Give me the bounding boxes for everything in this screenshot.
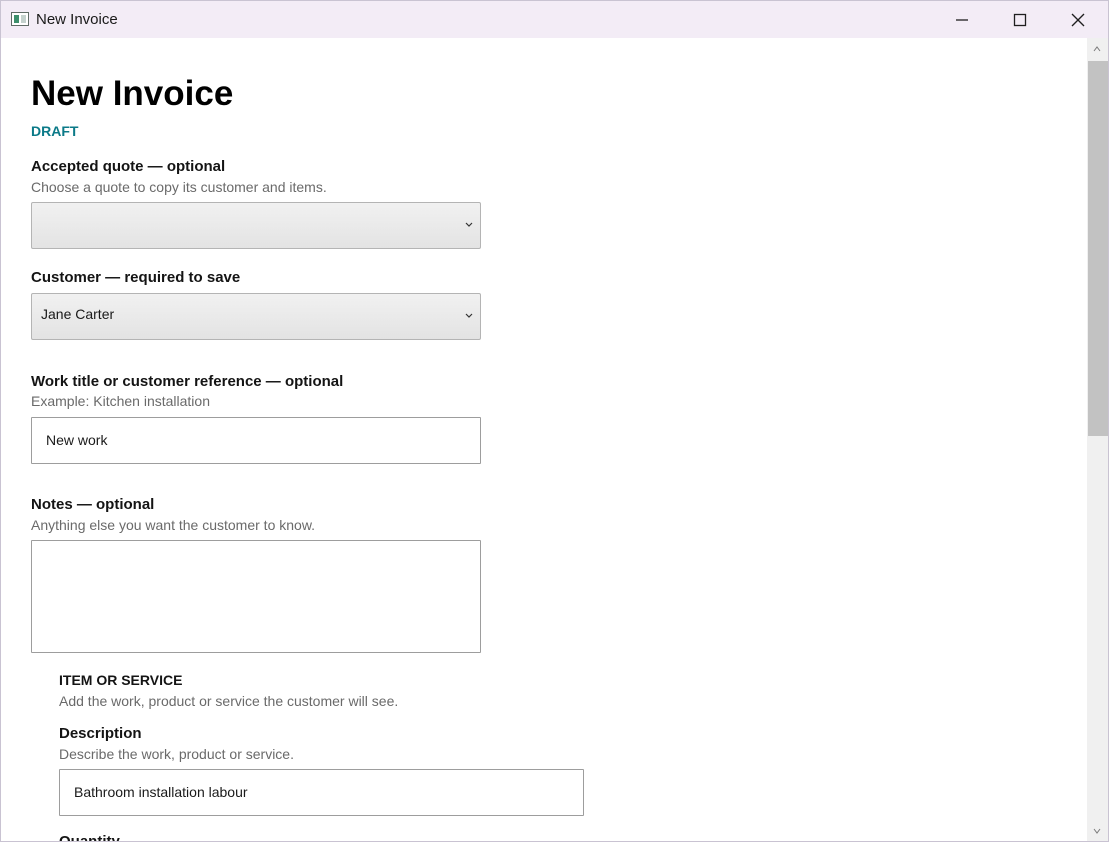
chevron-down-icon: [465, 313, 473, 318]
scrollbar-thumb[interactable]: [1088, 61, 1108, 436]
customer-label: Customer — required to save: [31, 269, 241, 286]
vertical-scrollbar[interactable]: [1087, 38, 1108, 841]
work-title-help: Example: Kitchen installation: [31, 393, 210, 409]
invoice-form: New Invoice DRAFT Accepted quote — optio…: [1, 38, 1087, 841]
maximize-button[interactable]: [991, 1, 1049, 38]
work-title-label: Work title or customer reference — optio…: [31, 373, 344, 390]
notes-label: Notes — optional: [31, 496, 155, 513]
item-section-heading: ITEM OR SERVICE: [59, 672, 183, 688]
description-input[interactable]: Bathroom installation labour: [59, 769, 584, 816]
item-section-help: Add the work, product or service the cus…: [59, 693, 399, 709]
accepted-quote-help: Choose a quote to copy its customer and …: [31, 179, 327, 195]
maximize-icon: [1013, 13, 1027, 27]
scroll-down-arrow-icon[interactable]: [1092, 827, 1102, 835]
work-title-input[interactable]: New work: [31, 417, 481, 464]
title-bar[interactable]: New Invoice: [1, 1, 1108, 38]
description-value: Bathroom installation labour: [74, 784, 248, 800]
description-label: Description: [59, 725, 142, 742]
accepted-quote-select[interactable]: [31, 202, 481, 249]
app-window-icon: [11, 12, 29, 26]
notes-help: Anything else you want the customer to k…: [31, 517, 316, 533]
new-invoice-window: New Invoice New Invoice DRAFT Accepted q…: [0, 0, 1109, 842]
customer-select[interactable]: Jane Carter: [31, 293, 481, 340]
notes-textarea[interactable]: [31, 540, 481, 653]
close-button[interactable]: [1049, 1, 1107, 38]
customer-value: Jane Carter: [41, 306, 115, 322]
window-title: New Invoice: [36, 11, 118, 28]
status-badge: DRAFT: [31, 123, 79, 139]
chevron-down-icon: [465, 222, 473, 227]
page-title: New Invoice: [31, 74, 234, 113]
scroll-up-arrow-icon[interactable]: [1092, 45, 1102, 53]
minimize-button[interactable]: [933, 1, 991, 38]
minimize-icon: [956, 19, 968, 21]
accepted-quote-label: Accepted quote — optional: [31, 158, 226, 175]
close-icon: [1071, 13, 1085, 27]
work-title-value: New work: [46, 432, 108, 448]
description-help: Describe the work, product or service.: [59, 746, 294, 762]
quantity-label: Quantity: [59, 833, 120, 841]
